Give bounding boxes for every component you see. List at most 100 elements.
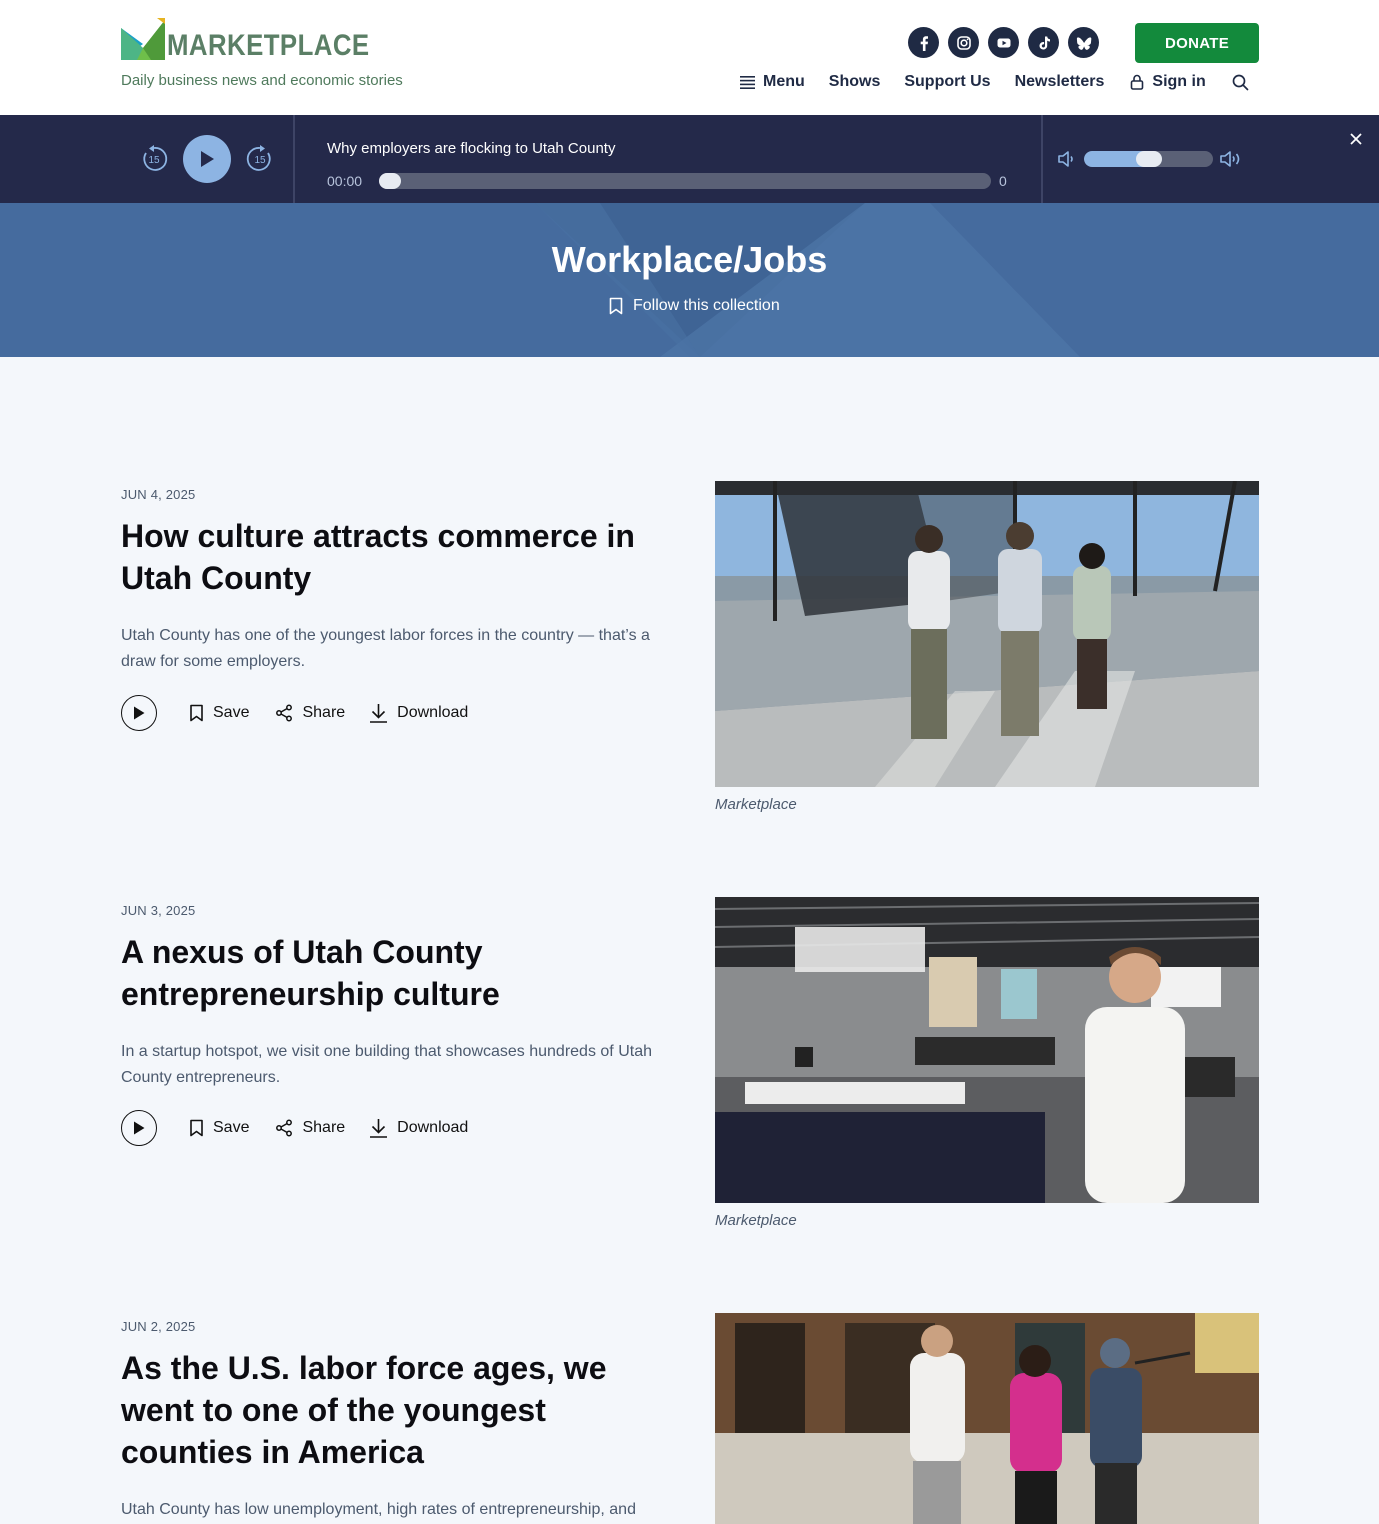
play-icon [201,151,214,167]
bookmark-icon [190,1119,203,1137]
player-divider [1041,115,1043,203]
bluesky-icon [1076,36,1091,50]
logo-mark-icon [121,18,165,60]
bookmark-icon [609,297,623,315]
download-label: Download [397,1119,469,1136]
article-card: JUN 2, 2025 As the U.S. labor force ages… [121,1313,1259,1524]
menu-button[interactable]: Menu [740,73,805,91]
share-label: Share [302,704,346,721]
article-date: JUN 3, 2025 [121,903,196,918]
facebook-link[interactable] [908,27,939,58]
hamburger-menu-icon [740,75,755,89]
download-icon [370,1119,388,1138]
social-links [908,27,1099,58]
follow-collection-button[interactable]: Follow this collection [608,297,780,315]
instagram-link[interactable] [948,27,979,58]
bookmark-icon [190,704,203,722]
article-play-button[interactable] [121,1110,157,1146]
article-photo-coworking-space [715,897,1259,1203]
save-label: Save [213,1119,250,1136]
menu-label: Menu [763,73,805,90]
player-play-button[interactable] [183,135,231,183]
article-description: Utah County has one of the youngest labo… [121,627,650,670]
player-divider [293,115,295,203]
nav-shows[interactable]: Shows [829,73,881,91]
tiktok-icon [1039,36,1050,49]
skip-forward-label: 15 [254,155,266,166]
article-card: JUN 4, 2025 How culture attracts commerc… [121,481,1259,841]
search-button[interactable] [1232,74,1249,91]
article-actions: Save Share Download [121,695,468,731]
tiktok-link[interactable] [1028,27,1059,58]
person-2 [998,522,1042,736]
person-interviewee [910,1325,965,1524]
follow-collection-label: Follow this collection [633,297,780,314]
progress-handle[interactable] [379,173,401,189]
duration-time: 0 [999,173,1007,189]
share-icon [276,704,293,722]
main-nav: Menu Shows Support Us Newsletters Sign i… [740,70,1249,94]
skip-forward-15-icon[interactable]: 15 [246,145,274,173]
article-date: JUN 4, 2025 [121,487,196,502]
marketplace-logo[interactable]: MARKETPLACE [121,18,403,62]
article-play-button[interactable] [121,695,157,731]
article-image[interactable] [715,1313,1259,1524]
article-title[interactable]: As the U.S. labor force ages, we went to… [121,1347,681,1473]
person-1 [908,525,950,739]
close-player-icon[interactable] [1348,131,1364,147]
person-3 [1073,543,1111,709]
image-caption: Marketplace [715,1212,797,1229]
volume-low-icon[interactable] [1058,151,1078,167]
site-tagline: Daily business news and economic stories [121,72,403,89]
sign-in-label: Sign in [1152,73,1206,90]
article-title[interactable]: A nexus of Utah County entrepreneurship … [121,931,681,1015]
volume-handle[interactable] [1135,151,1162,167]
volume-high-icon[interactable] [1220,151,1244,167]
collection-hero: Workplace/Jobs Follow this collection [0,203,1379,357]
progress-scrubber[interactable] [379,173,991,189]
download-button[interactable]: Download [369,703,468,723]
share-button[interactable]: Share [275,1119,345,1137]
skip-back-15-icon[interactable]: 15 [140,145,168,173]
article-date: JUN 2, 2025 [121,1319,196,1334]
logo-wordmark: MARKETPLACE [167,29,370,62]
lock-icon [1131,74,1144,90]
save-button[interactable]: Save [189,1119,249,1137]
now-playing-title: Why employers are flocking to Utah Count… [327,140,616,157]
bluesky-link[interactable] [1068,27,1099,58]
instagram-icon [956,35,971,50]
youtube-icon [997,38,1010,47]
collection-title: Workplace/Jobs [551,239,828,280]
image-caption: Marketplace [715,796,797,813]
download-icon [370,704,388,723]
site-header: MARKETPLACE Daily business news and econ… [0,0,1379,115]
save-button[interactable]: Save [189,704,249,722]
play-icon [134,706,145,720]
share-icon [276,1119,293,1137]
save-label: Save [213,704,250,721]
audio-player: 15 15 Why employers are flocking to Utah… [0,115,1379,203]
nav-newsletters[interactable]: Newsletters [1015,73,1105,91]
search-icon [1232,74,1249,90]
youtube-link[interactable] [988,27,1019,58]
article-image[interactable] [715,481,1259,787]
facebook-icon [920,35,928,51]
donate-button[interactable]: DONATE [1135,23,1259,63]
elapsed-time: 00:00 [327,173,363,189]
article-description: In a startup hotspot, we visit one build… [121,1043,652,1086]
play-icon [134,1121,145,1135]
article-card: JUN 3, 2025 A nexus of Utah County entre… [121,897,1259,1257]
article-title[interactable]: How culture attracts commerce in Utah Co… [121,515,681,599]
download-button[interactable]: Download [369,1118,468,1138]
article-description: Utah County has low unemployment, high r… [121,1501,636,1518]
skip-back-label: 15 [148,155,160,166]
article-image[interactable] [715,897,1259,1203]
download-label: Download [397,704,469,721]
article-actions: Save Share Download [121,1110,468,1146]
nav-support-us[interactable]: Support Us [904,73,990,91]
article-photo-street-interview [715,1313,1259,1524]
article-photo-observation-deck [715,481,1259,787]
sign-in-button[interactable]: Sign in [1130,73,1206,91]
share-label: Share [302,1119,346,1136]
share-button[interactable]: Share [275,704,345,722]
